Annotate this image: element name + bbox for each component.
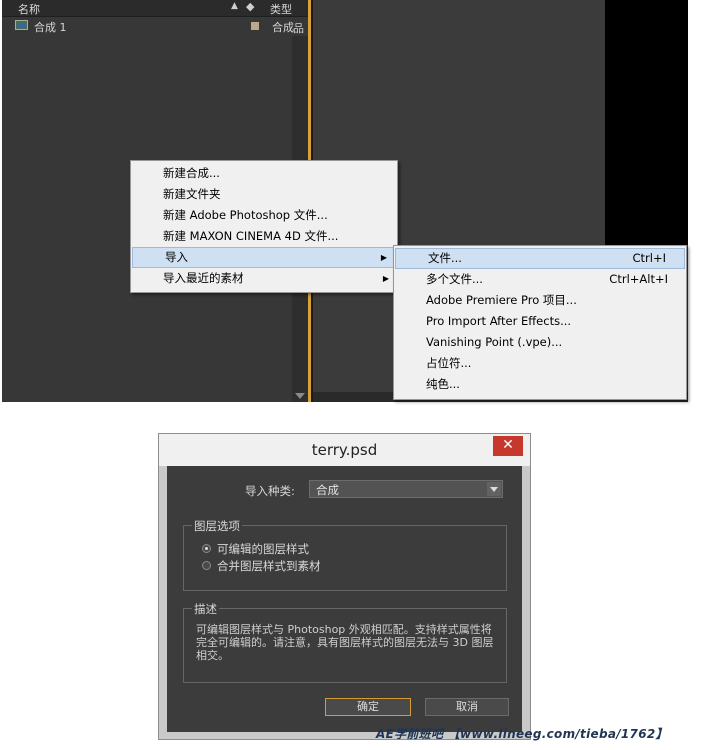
menu-item-new-cinema4d-file[interactable]: 新建 MAXON CINEMA 4D 文件... bbox=[131, 226, 397, 247]
project-item-row[interactable]: 合成 1 合成 品 bbox=[2, 18, 308, 36]
menu-item-label: 新建文件夹 bbox=[163, 187, 221, 201]
menu-item-label: 导入 bbox=[165, 250, 188, 264]
menu-item-import-multiple[interactable]: 多个文件... Ctrl+Alt+I bbox=[394, 269, 686, 290]
label-color-swatch[interactable] bbox=[251, 22, 259, 30]
label-tag-icon[interactable]: ◆ bbox=[246, 0, 254, 13]
menu-item-label: Vanishing Point (.vpe)... bbox=[426, 335, 563, 349]
menu-item-label: 新建 MAXON CINEMA 4D 文件... bbox=[163, 229, 339, 243]
dialog-title: terry.psd bbox=[311, 441, 378, 459]
close-icon: ✕ bbox=[502, 437, 514, 453]
sort-up-icon[interactable]: ▲ bbox=[231, 1, 238, 11]
menu-item-vanishing-point[interactable]: Vanishing Point (.vpe)... bbox=[394, 332, 686, 353]
composition-icon bbox=[15, 20, 28, 30]
import-kind-value: 合成 bbox=[316, 483, 339, 497]
flowchart-icon[interactable]: 品 bbox=[293, 20, 304, 36]
context-menu: 新建合成... 新建文件夹 新建 Adobe Photoshop 文件... 新… bbox=[130, 160, 398, 293]
menu-item-label: 文件... bbox=[428, 251, 462, 265]
menu-item-label: 纯色... bbox=[426, 377, 460, 391]
description-title: 描述 bbox=[192, 601, 219, 617]
menu-item-import-recent[interactable]: 导入最近的素材 ▶ bbox=[131, 268, 397, 289]
menu-item-label: Pro Import After Effects... bbox=[426, 314, 572, 328]
project-item-type: 合成 bbox=[272, 21, 294, 34]
watermark-text: AE学前班吧 【www.lineeg.com/tieba/1762】 bbox=[376, 727, 668, 741]
import-submenu: 文件... Ctrl+I 多个文件... Ctrl+Alt+I Adobe Prem… bbox=[393, 245, 687, 400]
radio-editable-label[interactable]: 可编辑的图层样式 bbox=[217, 541, 309, 557]
radio-merge-label[interactable]: 合并图层样式到素材 bbox=[217, 558, 321, 574]
menu-item-label: 导入最近的素材 bbox=[163, 271, 244, 285]
cancel-button[interactable]: 取消 bbox=[425, 698, 509, 716]
import-kind-label: 导入种类: bbox=[245, 484, 295, 498]
menu-item-label: 新建 Adobe Photoshop 文件... bbox=[163, 208, 328, 222]
column-header-type[interactable]: 类型 bbox=[270, 1, 292, 17]
description-text: 可编辑图层样式与 Photoshop 外观相匹配。支持样式属性将完全可编辑的。请… bbox=[196, 623, 494, 662]
close-button[interactable]: ✕ bbox=[493, 436, 523, 456]
submenu-arrow-icon: ▶ bbox=[380, 253, 387, 262]
chevron-down-icon[interactable] bbox=[487, 482, 501, 496]
project-panel-header: 名称 ▲ ◆ 类型 bbox=[2, 0, 308, 17]
menu-item-label: 占位符... bbox=[426, 356, 472, 370]
menu-item-new-composition[interactable]: 新建合成... bbox=[131, 163, 397, 184]
composition-canvas bbox=[605, 0, 688, 245]
radio-editable-layer-styles[interactable] bbox=[202, 544, 211, 553]
menu-shortcut: Ctrl+I bbox=[632, 251, 667, 265]
ok-button[interactable]: 确定 bbox=[325, 698, 411, 716]
import-kind-select[interactable]: 合成 bbox=[309, 480, 503, 498]
import-psd-dialog: terry.psd ✕ 导入种类: 合成 图层选项 可编辑的图层样式 合并图层样… bbox=[158, 433, 531, 740]
menu-item-label: 多个文件... bbox=[426, 272, 483, 286]
menu-item-placeholder[interactable]: 占位符... bbox=[394, 353, 686, 374]
scroll-down-arrow-icon[interactable] bbox=[295, 393, 305, 399]
menu-item-pro-import[interactable]: Pro Import After Effects... bbox=[394, 311, 686, 332]
menu-item-new-folder[interactable]: 新建文件夹 bbox=[131, 184, 397, 205]
menu-item-import-file[interactable]: 文件... Ctrl+I bbox=[395, 248, 685, 269]
menu-item-new-photoshop-file[interactable]: 新建 Adobe Photoshop 文件... bbox=[131, 205, 397, 226]
layer-options-group: 图层选项 可编辑的图层样式 合并图层样式到素材 bbox=[183, 518, 507, 591]
menu-shortcut: Ctrl+Alt+I bbox=[609, 272, 668, 286]
submenu-arrow-icon: ▶ bbox=[382, 274, 389, 283]
column-header-name[interactable]: 名称 bbox=[18, 1, 40, 17]
description-group: 描述 可编辑图层样式与 Photoshop 外观相匹配。支持样式属性将完全可编辑… bbox=[183, 601, 507, 683]
project-item-name: 合成 1 bbox=[34, 21, 67, 34]
menu-item-import[interactable]: 导入 ▶ bbox=[132, 247, 396, 268]
dialog-body: 导入种类: 合成 图层选项 可编辑的图层样式 合并图层样式到素材 描述 可编辑图… bbox=[167, 466, 522, 732]
menu-item-solid[interactable]: 纯色... bbox=[394, 374, 686, 395]
menu-item-label: Adobe Premiere Pro 项目... bbox=[426, 293, 577, 307]
dialog-title-bar[interactable]: terry.psd ✕ bbox=[159, 434, 530, 466]
menu-item-import-premiere[interactable]: Adobe Premiere Pro 项目... bbox=[394, 290, 686, 311]
layer-options-title: 图层选项 bbox=[192, 518, 242, 534]
menu-item-label: 新建合成... bbox=[163, 166, 220, 180]
radio-merge-layer-styles[interactable] bbox=[202, 561, 211, 570]
